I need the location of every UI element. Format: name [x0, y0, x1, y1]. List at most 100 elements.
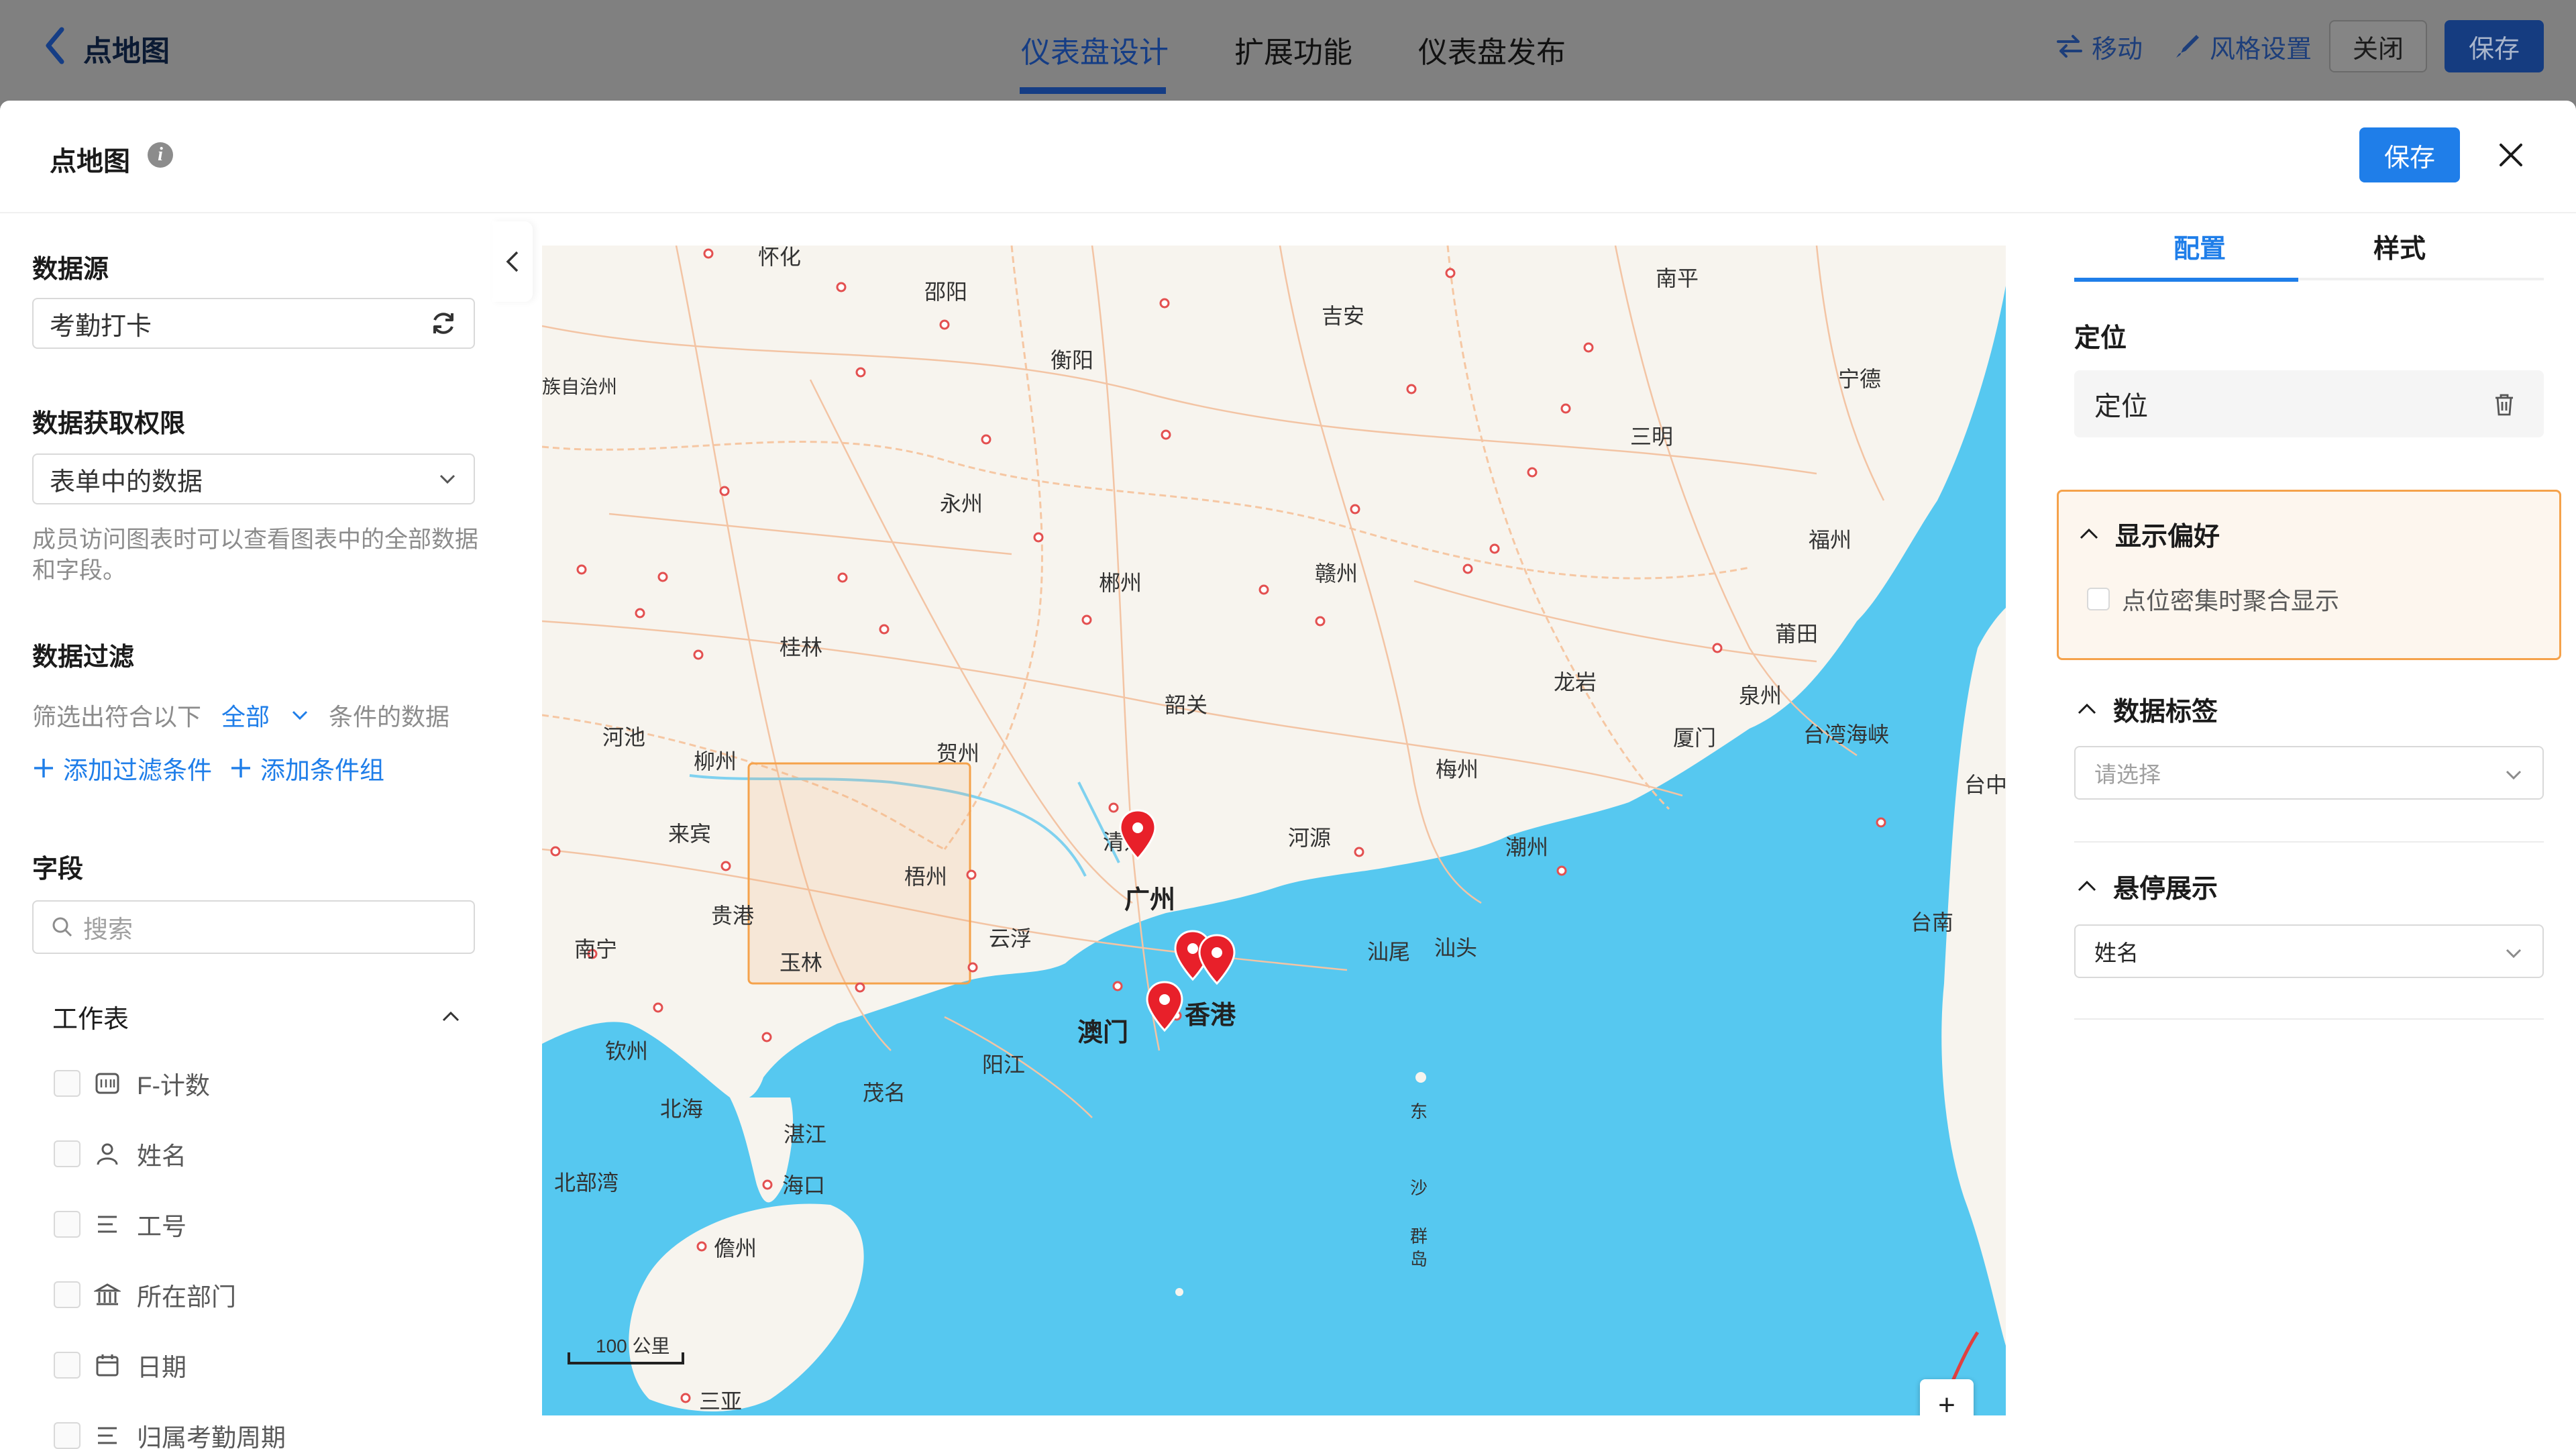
- add-filter-button[interactable]: 添加过滤条件: [32, 750, 212, 786]
- city-label: 族自治州: [542, 376, 617, 397]
- field-item[interactable]: 所在部门: [54, 1277, 236, 1313]
- background-save-button[interactable]: 保存: [2445, 20, 2544, 72]
- city-label: 汕尾: [1367, 940, 1410, 964]
- move-button[interactable]: 移动: [2055, 28, 2143, 65]
- close-icon[interactable]: [2494, 138, 2528, 172]
- point-map[interactable]: 怀化 邵阳 衡阳 吉安 南平 宁德 永州 三明 福州 郴州 赣州 桂林 莆田 龙…: [542, 246, 2006, 1415]
- city-label: 茂名: [863, 1081, 906, 1105]
- city-label: 三明: [1630, 425, 1673, 449]
- map-marker: [1198, 934, 1236, 985]
- style-settings-label: 风格设置: [2209, 35, 2312, 64]
- city-label: 河池: [602, 725, 645, 749]
- tab-extensions[interactable]: 扩展功能: [1234, 28, 1352, 71]
- filter-title: 数据过滤: [32, 643, 135, 672]
- datasource-value: 考勤打卡: [50, 312, 152, 341]
- field-label: 姓名: [137, 1142, 186, 1170]
- trash-icon[interactable]: [2491, 392, 2517, 417]
- chevron-down-icon[interactable]: [290, 705, 310, 725]
- map-canvas[interactable]: 怀化 邵阳 衡阳 吉安 南平 宁德 永州 三明 福州 郴州 赣州 桂林 莆田 龙…: [542, 246, 2006, 1415]
- city-label: 群: [1410, 1226, 1428, 1246]
- display-preference-title: 显示偏好: [2115, 523, 2220, 551]
- text-lines-icon: [93, 1210, 122, 1239]
- zoom-in-button[interactable]: +: [1920, 1379, 1974, 1415]
- city-label: 莆田: [1775, 622, 1818, 646]
- worksheet-label: 工作表: [52, 1006, 129, 1034]
- background-close-button[interactable]: 关闭: [2329, 20, 2427, 72]
- fields-title: 字段: [32, 855, 84, 883]
- tab-config[interactable]: 配置: [2174, 228, 2226, 266]
- style-settings-button[interactable]: 风格设置: [2174, 28, 2312, 65]
- config-tabs: 配置 样式: [2074, 213, 2544, 280]
- city-label: 厦门: [1673, 726, 1716, 750]
- tab-dashboard-publish[interactable]: 仪表盘发布: [1418, 28, 1566, 71]
- add-group-label: 添加条件组: [260, 757, 384, 784]
- datasource-select[interactable]: 考勤打卡: [32, 298, 475, 349]
- field-search-input[interactable]: 搜索: [32, 900, 475, 954]
- city-label: 潮州: [1505, 835, 1548, 859]
- counter-icon: [93, 1069, 122, 1098]
- city-label: 吉安: [1322, 304, 1364, 328]
- field-checkbox[interactable]: [54, 1422, 80, 1449]
- field-checkbox[interactable]: [54, 1211, 80, 1238]
- search-icon: [52, 917, 72, 937]
- filter-mode-select[interactable]: 全部: [221, 698, 270, 733]
- info-icon[interactable]: i: [148, 142, 173, 168]
- hover-display-header[interactable]: 悬停展示: [2076, 868, 2218, 906]
- city-label: 福州: [1809, 528, 1851, 552]
- field-checkbox[interactable]: [54, 1070, 80, 1097]
- filter-prefix: 筛选出符合以下: [32, 703, 202, 731]
- land-taiwan: [1941, 608, 2006, 1346]
- city-label: 沙: [1410, 1178, 1428, 1198]
- city-label: 梅州: [1436, 757, 1479, 782]
- city-label: 邵阳: [924, 280, 967, 304]
- field-checkbox[interactable]: [54, 1140, 80, 1167]
- data-label-header[interactable]: 数据标签: [2076, 691, 2218, 729]
- left-config-panel: 数据源 考勤打卡 数据获取权限 表单中的数据 成员访问图表时可以查看图表中的全部…: [0, 213, 510, 1449]
- move-label: 移动: [2091, 35, 2143, 64]
- back-arrow-icon[interactable]: [42, 25, 68, 66]
- city-label: 东: [1410, 1102, 1428, 1122]
- city-label: 台湾海峡: [1803, 722, 1889, 747]
- cluster-option[interactable]: 点位密集时聚合显示: [2087, 582, 2339, 616]
- tab-style[interactable]: 样式: [2373, 228, 2426, 266]
- city-label: 玉林: [780, 951, 822, 975]
- field-label: 日期: [137, 1354, 186, 1381]
- permission-select[interactable]: 表单中的数据: [32, 453, 475, 504]
- plus-icon: [34, 759, 53, 777]
- city-label: 南宁: [574, 937, 617, 961]
- data-label-select[interactable]: 请选择: [2074, 746, 2544, 800]
- search-placeholder: 搜索: [83, 916, 133, 943]
- display-preference-header[interactable]: 显示偏好: [2078, 516, 2220, 553]
- dialog-save-button[interactable]: 保存: [2359, 127, 2460, 182]
- plus-icon: [231, 759, 250, 777]
- city-label: 宁德: [1838, 367, 1881, 391]
- position-field[interactable]: 定位: [2074, 370, 2544, 437]
- data-label-title: 数据标签: [2113, 698, 2218, 727]
- refresh-icon[interactable]: [429, 309, 458, 337]
- collapse-panel-button[interactable]: [492, 221, 533, 302]
- city-label: 云浮: [989, 926, 1032, 951]
- city-label: 湛江: [784, 1122, 826, 1146]
- city-label: 贵港: [711, 904, 754, 928]
- field-label: 所在部门: [137, 1283, 236, 1311]
- brush-icon: [2176, 35, 2199, 58]
- tab-dashboard-design[interactable]: 仪表盘设计: [1021, 28, 1169, 71]
- background-actions: 移动 风格设置 关闭 保存: [2055, 20, 2544, 72]
- field-item[interactable]: 归属考勤周期: [54, 1417, 286, 1449]
- datasource-title: 数据源: [32, 256, 109, 284]
- cluster-checkbox[interactable]: [2087, 588, 2110, 610]
- city-label: 贺州: [936, 741, 979, 765]
- field-checkbox[interactable]: [54, 1352, 80, 1379]
- hover-display-select[interactable]: 姓名: [2074, 924, 2544, 978]
- field-item[interactable]: F-计数: [54, 1065, 210, 1102]
- cluster-label: 点位密集时聚合显示: [2122, 587, 2340, 614]
- worksheet-group-header[interactable]: 工作表: [52, 998, 462, 1035]
- field-item[interactable]: 姓名: [54, 1136, 186, 1172]
- city-label: 台南: [1911, 910, 1953, 934]
- field-item[interactable]: 日期: [54, 1347, 186, 1383]
- field-item[interactable]: 工号: [54, 1206, 186, 1242]
- city-label: 香港: [1185, 1002, 1236, 1030]
- background-tabs: 仪表盘设计 扩展功能 仪表盘发布: [1021, 28, 1566, 71]
- add-group-button[interactable]: 添加条件组: [229, 750, 384, 786]
- field-checkbox[interactable]: [54, 1281, 80, 1308]
